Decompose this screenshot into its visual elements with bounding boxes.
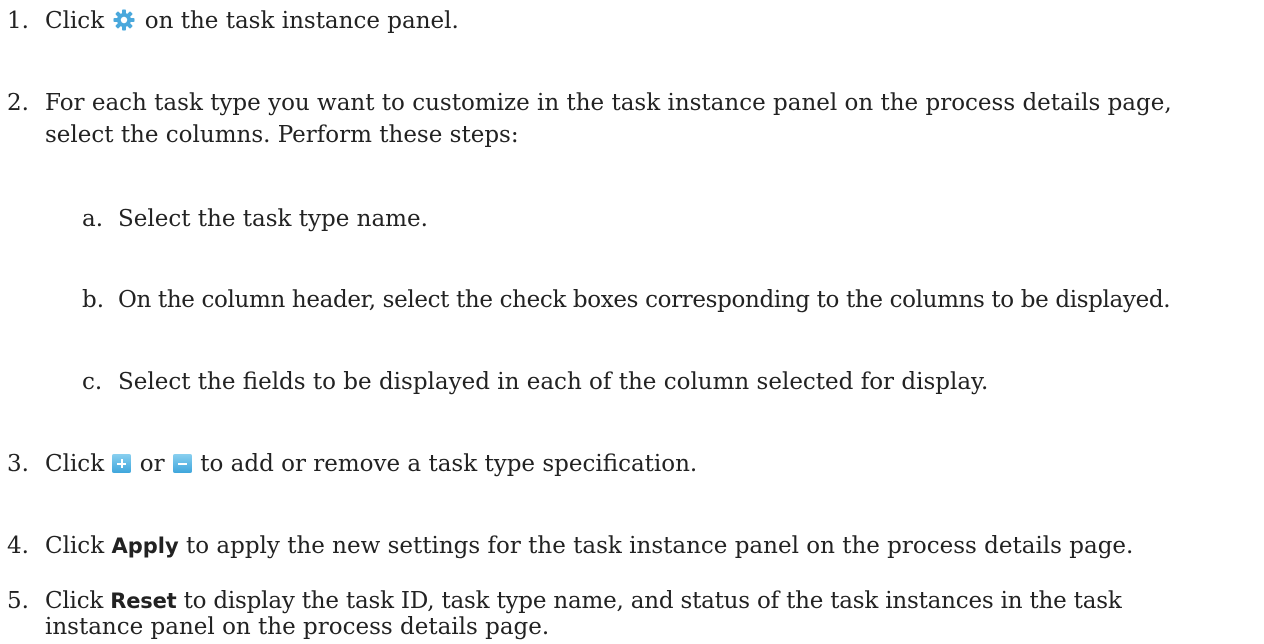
reset-label: Reset — [110, 589, 177, 613]
substep-letter: c. — [82, 369, 103, 395]
substep-text: Select the fields to be displayed in eac… — [118, 369, 989, 395]
step-text-line-2: instance panel on the process details pa… — [45, 614, 550, 640]
step-text: Click on the task instance panel. — [45, 5, 459, 37]
plus-icon — [112, 454, 132, 473]
gear-icon — [113, 9, 135, 31]
step-text-line-2: select the columns. Perform these steps: — [45, 122, 519, 148]
step-number: 1. — [7, 8, 29, 34]
step-text: Click or to add or remove a task type sp… — [45, 448, 697, 480]
step-text-line-1: For each task type you want to customize… — [45, 90, 1172, 116]
substep-letter: b. — [82, 287, 105, 313]
substep-letter: a. — [82, 206, 104, 232]
step-text-middle: or — [132, 451, 172, 477]
step-number: 5. — [7, 588, 29, 614]
step-number: 2. — [7, 90, 29, 116]
substep-text: Select the task type name. — [118, 206, 428, 232]
substep-text: On the column header, select the check b… — [118, 287, 1171, 313]
step-text-after: to add or remove a task type specificati… — [192, 451, 698, 477]
step-text-after: on the task instance panel. — [137, 8, 459, 34]
step-text-after: to apply the new settings for the task i… — [178, 533, 1134, 559]
minus-icon — [172, 454, 192, 473]
step-text-before: Click — [45, 8, 112, 34]
step-text-before: Click — [45, 533, 112, 559]
apply-label: Apply — [111, 534, 179, 558]
step-text: Click Apply to apply the new settings fo… — [45, 530, 1133, 562]
step-number: 4. — [7, 533, 29, 559]
step-number: 3. — [7, 451, 29, 477]
step-text-before: Click — [45, 451, 112, 477]
